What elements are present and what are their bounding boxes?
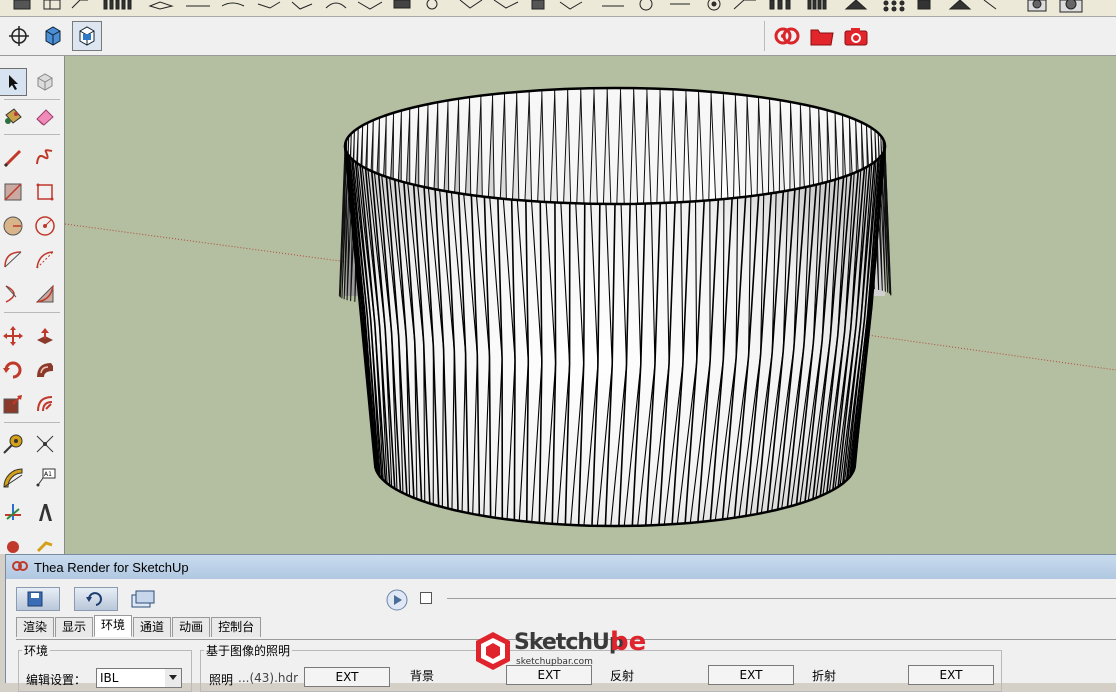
- edit-settings-label: 编辑设置：: [26, 673, 87, 687]
- svg-text:A1: A1: [44, 471, 52, 478]
- tab-console[interactable]: 控制台: [211, 617, 262, 637]
- tab-render[interactable]: 渲染: [16, 617, 55, 637]
- 3d-text-icon[interactable]: [31, 498, 59, 526]
- move-icon[interactable]: [0, 322, 27, 350]
- panel-tabs: 渲染 显示 环境 通道 动画 控制台: [16, 615, 262, 639]
- progress-line: [447, 598, 1116, 599]
- play-icon[interactable]: [386, 589, 408, 611]
- panel-toolbar: [6, 587, 1116, 615]
- paint-bucket-icon[interactable]: [0, 102, 27, 130]
- thea-render-icon[interactable]: [772, 21, 802, 51]
- background-label: 背景: [410, 669, 435, 683]
- sketchup-logo-icon: [476, 632, 510, 670]
- polygon-icon[interactable]: [31, 212, 59, 240]
- rectangle-icon[interactable]: [0, 178, 27, 206]
- save-render-icon[interactable]: [16, 587, 60, 611]
- section-plane-icon[interactable]: [38, 21, 68, 51]
- reflection-ext-button[interactable]: EXT: [708, 665, 794, 685]
- top-toolbar-icons: [13, 0, 1083, 13]
- modeling-viewport[interactable]: [65, 56, 1116, 554]
- windows-icon[interactable]: [126, 587, 160, 611]
- lighting-file: ...(43).hdr: [238, 671, 299, 685]
- tab-channels[interactable]: 通道: [133, 617, 172, 637]
- sketchup-watermark: SketchUp be sketchupbar.com: [474, 627, 647, 676]
- scale-icon[interactable]: [0, 390, 27, 418]
- text-label-icon[interactable]: A1: [31, 464, 59, 492]
- ibl-group-label: 基于图像的照明: [204, 642, 293, 659]
- three-point-arc-icon[interactable]: [31, 280, 59, 308]
- make-component-icon[interactable]: [31, 68, 59, 96]
- pencil-icon[interactable]: [0, 144, 27, 172]
- render-checkbox[interactable]: [420, 592, 432, 604]
- lighting-ext-button[interactable]: EXT: [304, 667, 390, 687]
- eraser-icon[interactable]: [31, 102, 59, 130]
- section-display-icon[interactable]: [72, 21, 102, 51]
- push-pull-icon[interactable]: [31, 322, 59, 350]
- watermark-suffix: be: [610, 627, 647, 657]
- tab-display[interactable]: 显示: [55, 617, 94, 637]
- offset-icon[interactable]: [31, 390, 59, 418]
- red-axis-left: [65, 223, 356, 264]
- watermark-brand: SketchUp: [514, 630, 625, 655]
- panel-title: Thea Render for SketchUp: [34, 559, 189, 575]
- tab-environment[interactable]: 环境: [94, 615, 133, 637]
- folder-icon[interactable]: [807, 21, 837, 51]
- top-toolbar-row: [0, 0, 1116, 17]
- refraction-ext-button[interactable]: EXT: [908, 665, 994, 685]
- dimension-icon[interactable]: [31, 430, 59, 458]
- select-arrow-icon[interactable]: [0, 68, 27, 96]
- edit-settings-select[interactable]: IBL: [96, 668, 182, 688]
- refresh-render-icon[interactable]: [74, 587, 118, 611]
- left-toolbar: A1: [0, 56, 65, 554]
- protractor-icon[interactable]: [0, 464, 27, 492]
- tab-animation[interactable]: 动画: [172, 617, 211, 637]
- rotate-icon[interactable]: [0, 356, 27, 384]
- camera-icon[interactable]: [841, 21, 871, 51]
- panel-title-bar: Thea Render for SketchUp: [6, 555, 1116, 579]
- pie-icon[interactable]: [31, 246, 59, 274]
- watermark-url: sketchupbar.com: [516, 657, 593, 667]
- orbit-icon[interactable]: [4, 21, 34, 51]
- axes-icon[interactable]: [0, 498, 27, 526]
- freehand-icon[interactable]: [31, 144, 59, 172]
- tape-measure-icon[interactable]: [0, 430, 27, 458]
- environment-group-label: 环境: [22, 642, 51, 659]
- red-axis-right: [859, 333, 1116, 371]
- basket-model: [65, 86, 1116, 528]
- two-point-arc-icon[interactable]: [0, 280, 27, 308]
- rotated-rectangle-icon[interactable]: [31, 178, 59, 206]
- chevron-down-icon: [165, 669, 181, 687]
- refraction-label: 折射: [812, 669, 837, 683]
- follow-me-icon[interactable]: [31, 356, 59, 384]
- lighting-label: 照明: [209, 673, 234, 687]
- circle-icon[interactable]: [0, 212, 27, 240]
- view-toolbar: [0, 17, 1116, 56]
- arc-icon[interactable]: [0, 246, 27, 274]
- edit-settings-value: IBL: [100, 671, 119, 685]
- thea-logo-icon: [12, 560, 28, 575]
